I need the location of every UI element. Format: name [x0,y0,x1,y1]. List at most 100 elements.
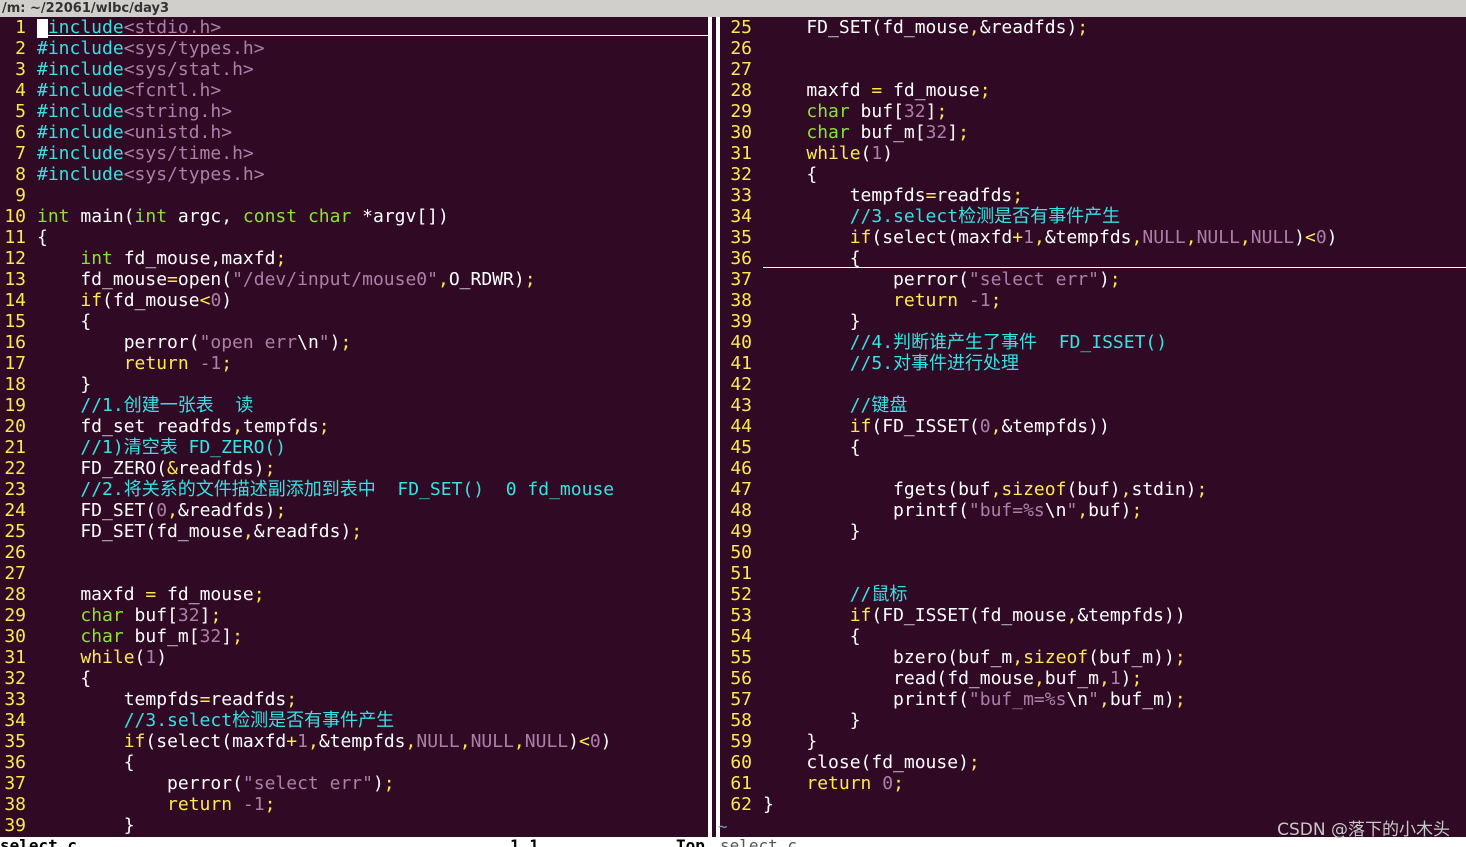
code-line[interactable]: 47 fgets(buf,sizeof(buf),stdin); [722,479,1466,500]
code-line[interactable]: 16 perror("open err\n"); [0,332,708,353]
code-line[interactable]: 28 maxfd = fd_mouse; [722,80,1466,101]
code-line[interactable]: 6 #include<unistd.h> [0,122,708,143]
code-line[interactable]: 37 perror("select err"); [0,773,708,794]
code-line[interactable]: 25 FD_SET(fd_mouse,&readfds); [722,17,1466,38]
watermark: CSDN @落下的小木头 [1277,820,1450,840]
code-line[interactable]: 26 [722,38,1466,59]
code-token: 0 [882,773,894,794]
code-line[interactable]: 48 printf("buf=%s\n",buf); [722,500,1466,521]
code-line[interactable]: 10 int main(int argc, const char *argv[]) [0,206,708,227]
code-line[interactable]: 57 printf("buf_m=%s\n",buf_m); [722,689,1466,710]
code-line[interactable]: 13 fd_mouse=open("/dev/input/mouse0",O_R… [0,269,708,290]
code-line[interactable]: 25 FD_SET(fd_mouse,&readfds); [0,521,708,542]
code-token: (buf) [1066,479,1121,500]
code-line[interactable]: 38 return -1; [0,794,708,815]
code-line[interactable]: 27 [0,563,708,584]
code-line[interactable]: 53 if(FD_ISSET(fd_mouse,&tempfds)) [722,605,1466,626]
line-number: 29 [4,605,26,626]
line-number: 42 [730,374,752,395]
code-text: #include<fcntl.h> [37,80,221,101]
code-line[interactable]: 61 return 0; [722,773,1466,794]
code-line[interactable]: 45 { [722,437,1466,458]
code-line[interactable]: 35 if(select(maxfd+1,&tempfds,NULL,NULL,… [0,731,708,752]
code-line[interactable]: 20 fd_set readfds,tempfds; [0,416,708,437]
code-line[interactable]: 30 char buf_m[32]; [722,122,1466,143]
code-line[interactable]: 8 #include<sys/types.h> [0,164,708,185]
code-line[interactable]: 23 //2.将关系的文件描述副添加到表中 FD_SET() 0 fd_mous… [0,479,708,500]
code-line[interactable]: 44 if(FD_ISSET(0,&tempfds)) [722,416,1466,437]
code-line[interactable]: 24 FD_SET(0,&readfds); [0,500,708,521]
code-line[interactable]: 46 [722,458,1466,479]
code-line[interactable]: 54 { [722,626,1466,647]
code-line[interactable]: 33 tempfds=readfds; [0,689,708,710]
code-line[interactable]: 59 } [722,731,1466,752]
code-line[interactable]: 34 //3.select检测是否有事件产生 [722,206,1466,227]
code-line[interactable]: 33 tempfds=readfds; [722,185,1466,206]
code-line[interactable]: 36 { [722,248,1466,269]
code-token: 32 [903,101,926,122]
code-text: } [763,521,861,542]
code-line[interactable]: 32 { [0,668,708,689]
code-line[interactable]: 31 while(1) [722,143,1466,164]
code-line[interactable]: 26 [0,542,708,563]
split-divider[interactable] [708,17,712,837]
code-line[interactable]: 11 { [0,227,708,248]
code-line[interactable]: 52 //鼠标 [722,584,1466,605]
code-line[interactable]: 12 int fd_mouse,maxfd; [0,248,708,269]
code-line[interactable]: 27 [722,59,1466,80]
code-line[interactable]: 38 return -1; [722,290,1466,311]
code-text: if(select(maxfd+1,&tempfds,NULL,NULL,NUL… [763,227,1338,248]
code-line[interactable]: 29 char buf[32]; [722,101,1466,122]
line-number: 54 [730,626,752,647]
code-line[interactable]: 32 { [722,164,1466,185]
code-line[interactable]: 42 [722,374,1466,395]
code-line[interactable]: 39 } [0,815,708,836]
code-line[interactable]: 41 //5.对事件进行处理 [722,353,1466,374]
editor-pane-right[interactable]: 25 FD_SET(fd_mouse,&readfds); 26 27 28 maxf… [722,17,1466,837]
code-line[interactable]: 18 } [0,374,708,395]
code-line[interactable]: 7 #include<sys/time.h> [0,143,708,164]
editor-pane-left[interactable]: 1 #include<stdio.h> 2 #include<sys/types.h>… [0,17,708,837]
code-line[interactable]: 28 maxfd = fd_mouse; [0,584,708,605]
code-line[interactable]: 58 } [722,710,1466,731]
code-line[interactable]: 17 return -1; [0,353,708,374]
code-token: ; [1077,17,1089,38]
code-line[interactable]: 34 //3.select检测是否有事件产生 [0,710,708,731]
code-token: ] [199,605,211,626]
code-line[interactable]: 29 char buf[32]; [0,605,708,626]
code-line[interactable]: 50 [722,542,1466,563]
code-line[interactable]: 35 if(select(maxfd+1,&tempfds,NULL,NULL,… [722,227,1466,248]
code-token: , [1239,227,1251,248]
code-token: = [871,80,883,101]
code-line[interactable]: 4 #include<fcntl.h> [0,80,708,101]
code-line[interactable]: 5 #include<string.h> [0,101,708,122]
code-token: { [37,311,92,332]
code-token: argc, [167,206,243,227]
split-divider[interactable] [716,17,720,837]
code-line[interactable]: 43 //键盘 [722,395,1466,416]
code-line[interactable]: 49 } [722,521,1466,542]
code-line[interactable]: 14 if(fd_mouse<0) [0,290,708,311]
code-token: ; [990,290,1002,311]
code-line[interactable]: 55 bzero(buf_m,sizeof(buf_m)); [722,647,1466,668]
code-line[interactable]: 56 read(fd_mouse,buf_m,1); [722,668,1466,689]
code-line[interactable]: 15 { [0,311,708,332]
code-text: char buf[32]; [37,605,221,626]
code-line[interactable]: 36 { [0,752,708,773]
code-line[interactable]: 39 } [722,311,1466,332]
code-line[interactable]: 22 FD_ZERO(&readfds); [0,458,708,479]
code-line[interactable]: 19 //1.创建一张表 读 [0,395,708,416]
code-line[interactable]: 51 [722,563,1466,584]
code-line[interactable]: 3 #include<sys/stat.h> [0,59,708,80]
code-line[interactable]: 21 //1)清空表 FD_ZERO() [0,437,708,458]
code-line[interactable]: 40 //4.判断谁产生了事件 FD_ISSET() [722,332,1466,353]
code-line[interactable]: 9 [0,185,708,206]
code-line[interactable]: 60 close(fd_mouse); [722,752,1466,773]
code-text: printf("buf=%s\n",buf); [763,500,1142,521]
code-token: perror( [37,332,200,353]
code-line[interactable]: 62} [722,794,1466,815]
code-line[interactable]: 37 perror("select err"); [722,269,1466,290]
code-line[interactable]: 31 while(1) [0,647,708,668]
code-line[interactable]: 30 char buf_m[32]; [0,626,708,647]
code-line[interactable]: 2 #include<sys/types.h> [0,38,708,59]
